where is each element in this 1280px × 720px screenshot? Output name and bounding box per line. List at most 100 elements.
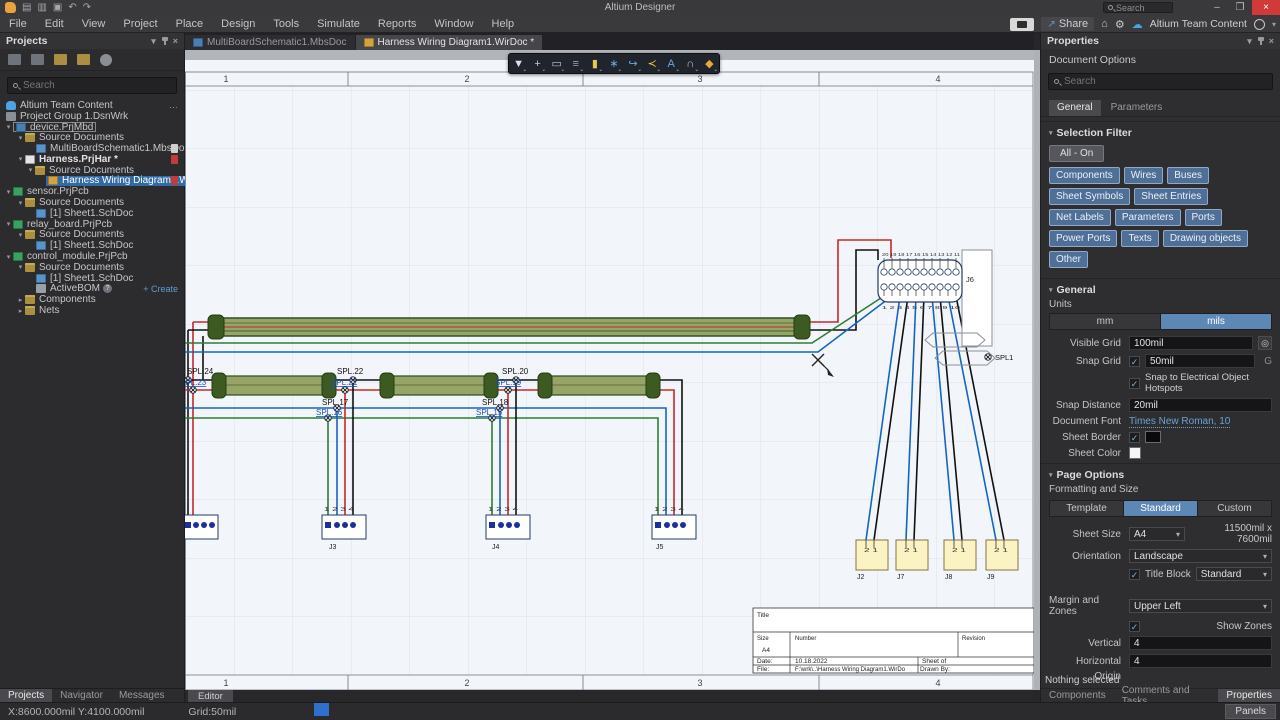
expand-arrow-icon[interactable]: ▾ bbox=[4, 253, 13, 261]
tab-parameters[interactable]: Parameters bbox=[1103, 100, 1171, 116]
panel-dropdown-icon[interactable]: ▾ bbox=[1247, 36, 1252, 47]
filter-sheet-entries-button[interactable]: Sheet Entries bbox=[1134, 188, 1209, 205]
tree-item-sheet1[interactable]: [1] Sheet1.SchDoc bbox=[0, 208, 184, 219]
dsub-shell[interactable] bbox=[877, 259, 963, 303]
horizontal-input[interactable]: 4 bbox=[1129, 654, 1272, 668]
breakout-icon[interactable]: ≺ bbox=[644, 57, 661, 70]
filter-parameters-button[interactable]: Parameters bbox=[1114, 209, 1181, 226]
user-menu-caret-icon[interactable]: ▾ bbox=[1272, 20, 1276, 29]
filter-drawing-objects-button[interactable]: Drawing objects bbox=[1162, 230, 1248, 247]
filter-ports-button[interactable]: Ports bbox=[1184, 209, 1222, 226]
share-button[interactable]: ↗ Share bbox=[1041, 17, 1095, 31]
expand-arrow-icon[interactable]: ▾ bbox=[16, 134, 25, 142]
bundle-segment-1[interactable] bbox=[211, 372, 337, 399]
tab-general[interactable]: General bbox=[1049, 100, 1101, 116]
collapse-arrow-icon[interactable]: ▸ bbox=[16, 296, 25, 304]
undo-icon[interactable]: ↶ bbox=[68, 2, 76, 13]
expand-arrow-icon[interactable]: ▾ bbox=[16, 155, 25, 163]
settings-icon[interactable] bbox=[100, 53, 112, 66]
expand-arrow-icon[interactable]: ▾ bbox=[26, 166, 35, 174]
menu-reports[interactable]: Reports bbox=[369, 18, 426, 30]
splice-symbol[interactable] bbox=[984, 353, 992, 361]
menu-view[interactable]: View bbox=[73, 18, 115, 30]
filter-power-ports-button[interactable]: Power Ports bbox=[1049, 230, 1118, 247]
wire-icon[interactable]: ↪ bbox=[625, 57, 642, 70]
gear-icon[interactable]: ⚙ bbox=[1115, 18, 1125, 31]
orientation-select[interactable]: Landscape ▾ bbox=[1129, 549, 1272, 563]
tree-item-sensor-prjpcb[interactable]: ▾ sensor.PrjPcb bbox=[0, 186, 184, 197]
tab-comments-tasks[interactable]: Comments and Tasks bbox=[1114, 685, 1219, 707]
filter-net-labels-button[interactable]: Net Labels bbox=[1049, 209, 1111, 226]
title-block-select[interactable]: Standard ▾ bbox=[1195, 567, 1272, 581]
filter-other-button[interactable]: Other bbox=[1049, 251, 1089, 268]
sheet-size-select[interactable]: A4 ▾ bbox=[1129, 527, 1185, 541]
tree-item-mbsdoc[interactable]: MultiBoardSchematic1.MbsDoc bbox=[0, 143, 190, 154]
units-mm-button[interactable]: mm bbox=[1050, 314, 1161, 329]
global-search[interactable]: Search bbox=[1103, 2, 1173, 13]
snap-grid-input[interactable]: 50mil bbox=[1145, 354, 1256, 368]
tab-properties[interactable]: Properties bbox=[1218, 689, 1280, 702]
minimize-button[interactable]: – bbox=[1206, 0, 1228, 15]
connector-body[interactable] bbox=[961, 249, 993, 347]
tab-editor[interactable]: Editor bbox=[188, 690, 233, 702]
menu-file[interactable]: File bbox=[0, 18, 36, 30]
tree-item-relay-board-prjpcb[interactable]: ▾ relay_board.PrjPcb bbox=[0, 219, 184, 230]
arc-icon[interactable]: ∩ bbox=[682, 58, 699, 70]
filter-components-button[interactable]: Components bbox=[1049, 167, 1120, 184]
harness-icon[interactable]: ▮ bbox=[586, 57, 603, 70]
margin-zones-select[interactable]: Upper Left ▾ bbox=[1129, 599, 1272, 613]
diamond-icon[interactable]: ◆ bbox=[701, 57, 718, 70]
filter-icon[interactable]: ▼ bbox=[510, 58, 527, 70]
sheet-border-checkbox[interactable]: ✓ bbox=[1129, 431, 1140, 443]
close-button[interactable]: × bbox=[1252, 0, 1280, 15]
tab-components[interactable]: Components bbox=[1041, 689, 1114, 702]
tab-harness-wiring-diagram[interactable]: Harness Wiring Diagram1.WirDoc * bbox=[355, 35, 543, 50]
expand-arrow-icon[interactable]: ▾ bbox=[4, 123, 13, 131]
format-template-button[interactable]: Template bbox=[1050, 501, 1124, 516]
tree-item-sheet1[interactable]: [1] Sheet1.SchDoc bbox=[0, 240, 184, 251]
move-icon[interactable]: + bbox=[529, 58, 546, 70]
menu-place[interactable]: Place bbox=[167, 18, 213, 30]
expand-arrow-icon[interactable]: ▾ bbox=[4, 188, 13, 196]
create-link[interactable]: + Create bbox=[143, 284, 178, 294]
menu-window[interactable]: Window bbox=[425, 18, 482, 30]
tree-item-control-module-prjpcb[interactable]: ▾ control_module.PrjPcb bbox=[0, 251, 184, 262]
expand-arrow-icon[interactable]: ▾ bbox=[4, 220, 13, 228]
tree-item-source-documents[interactable]: ▾ Source Documents bbox=[0, 229, 184, 240]
bundle-segment-3[interactable] bbox=[537, 372, 661, 399]
splice-symbol[interactable] bbox=[504, 386, 512, 394]
tree-item-source-documents[interactable]: ▾ Source Documents bbox=[0, 262, 184, 273]
tree-item-activebom[interactable]: ActiveBOM? + Create bbox=[0, 283, 184, 294]
open-icon[interactable]: ▣ bbox=[53, 2, 62, 13]
save-icon[interactable]: ▤ bbox=[22, 2, 31, 13]
text-icon[interactable]: A bbox=[663, 58, 680, 70]
menu-help[interactable]: Help bbox=[483, 18, 524, 30]
menu-edit[interactable]: Edit bbox=[36, 18, 73, 30]
menu-simulate[interactable]: Simulate bbox=[308, 18, 369, 30]
bundle-main[interactable] bbox=[207, 314, 811, 340]
filter-texts-button[interactable]: Texts bbox=[1121, 230, 1159, 247]
panel-dropdown-icon[interactable]: ▾ bbox=[151, 36, 156, 47]
filter-sheet-symbols-button[interactable]: Sheet Symbols bbox=[1049, 188, 1131, 205]
redo-icon[interactable]: ↷ bbox=[83, 2, 91, 13]
projects-search-input[interactable] bbox=[23, 80, 171, 91]
format-custom-button[interactable]: Custom bbox=[1198, 501, 1271, 516]
menu-project[interactable]: Project bbox=[114, 18, 166, 30]
visible-grid-input[interactable]: 100mil bbox=[1129, 336, 1253, 350]
format-standard-button[interactable]: Standard bbox=[1124, 501, 1198, 516]
tree-item-nets[interactable]: ▸ Nets bbox=[0, 305, 184, 316]
document-font-link[interactable]: Times New Roman, 10 bbox=[1129, 416, 1231, 428]
vertical-input[interactable]: 4 bbox=[1129, 636, 1272, 650]
tree-item-sheet1[interactable]: [1] Sheet1.SchDoc bbox=[0, 273, 184, 284]
splice-symbol[interactable] bbox=[341, 386, 349, 394]
tree-item-components[interactable]: ▸ Components bbox=[0, 294, 184, 305]
more-icon[interactable]: … bbox=[169, 100, 178, 110]
align-icon[interactable]: ≡ bbox=[567, 58, 584, 70]
all-on-button[interactable]: All - On bbox=[1049, 145, 1105, 162]
tree-item-source-documents[interactable]: ▾ Source Documents bbox=[0, 197, 184, 208]
projects-search[interactable] bbox=[7, 77, 177, 94]
folder-settings-icon[interactable] bbox=[77, 54, 90, 65]
menu-tools[interactable]: Tools bbox=[264, 18, 308, 30]
properties-search[interactable] bbox=[1048, 73, 1273, 90]
tree-item-device-prjmbd[interactable]: ▾ device.PrjMbd bbox=[0, 122, 184, 133]
